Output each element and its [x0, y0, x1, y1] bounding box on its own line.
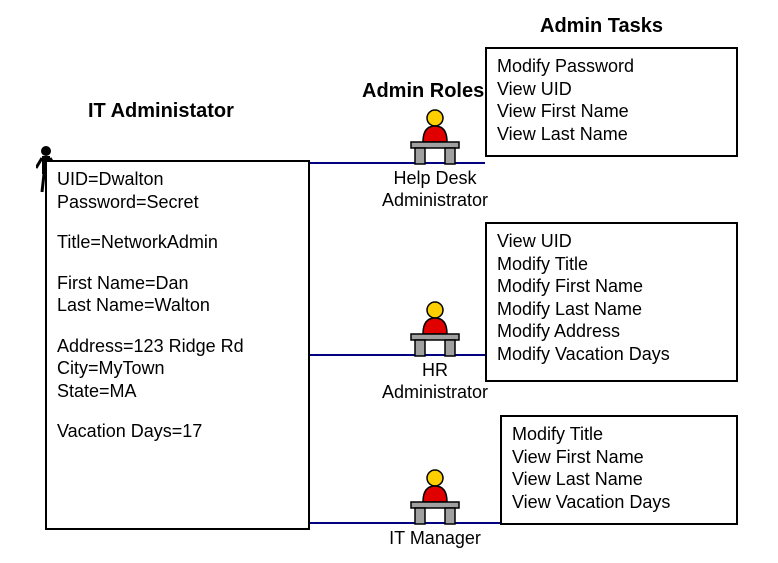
helpdesk-task-3: View First Name [497, 100, 726, 123]
hr-label-1: HR [395, 360, 475, 381]
heading-admin-tasks: Admin Tasks [540, 15, 663, 38]
field-last-name: Last Name=Walton [57, 294, 298, 317]
field-address: Address=123 Ridge Rd [57, 335, 298, 358]
field-state: State=MA [57, 380, 298, 403]
hr-role-icon [407, 300, 463, 358]
helpdesk-role-icon [407, 108, 463, 166]
hr-task-4: Modify Last Name [497, 298, 726, 321]
helpdesk-label-1: Help Desk [380, 168, 490, 189]
field-password: Password=Secret [57, 191, 298, 214]
it-task-3: View Last Name [512, 468, 726, 491]
hr-task-5: Modify Address [497, 320, 726, 343]
hr-task-3: Modify First Name [497, 275, 726, 298]
field-city: City=MyTown [57, 357, 298, 380]
it-admin-box: UID=Dwalton Password=Secret Title=Networ… [45, 160, 310, 530]
field-uid: UID=Dwalton [57, 168, 298, 191]
hr-task-2: Modify Title [497, 253, 726, 276]
field-title: Title=NetworkAdmin [57, 231, 298, 254]
helpdesk-label-2: Administrator [380, 190, 490, 211]
it-task-2: View First Name [512, 446, 726, 469]
helpdesk-task-2: View UID [497, 78, 726, 101]
helpdesk-task-1: Modify Password [497, 55, 726, 78]
itmanager-tasks-box: Modify Title View First Name View Last N… [500, 415, 738, 525]
hr-task-6: Modify Vacation Days [497, 343, 726, 366]
helpdesk-tasks-box: Modify Password View UID View First Name… [485, 47, 738, 157]
it-task-1: Modify Title [512, 423, 726, 446]
hr-tasks-box: View UID Modify Title Modify First Name … [485, 222, 738, 382]
heading-it-admin: IT Administator [88, 100, 234, 123]
hr-label-2: Administrator [380, 382, 490, 403]
it-task-4: View Vacation Days [512, 491, 726, 514]
hr-task-1: View UID [497, 230, 726, 253]
field-first-name: First Name=Dan [57, 272, 298, 295]
heading-admin-roles: Admin Roles [362, 80, 484, 103]
helpdesk-task-4: View Last Name [497, 123, 726, 146]
itmanager-label-1: IT Manager [380, 528, 490, 549]
itmanager-role-icon [407, 468, 463, 526]
field-vacation: Vacation Days=17 [57, 420, 298, 443]
